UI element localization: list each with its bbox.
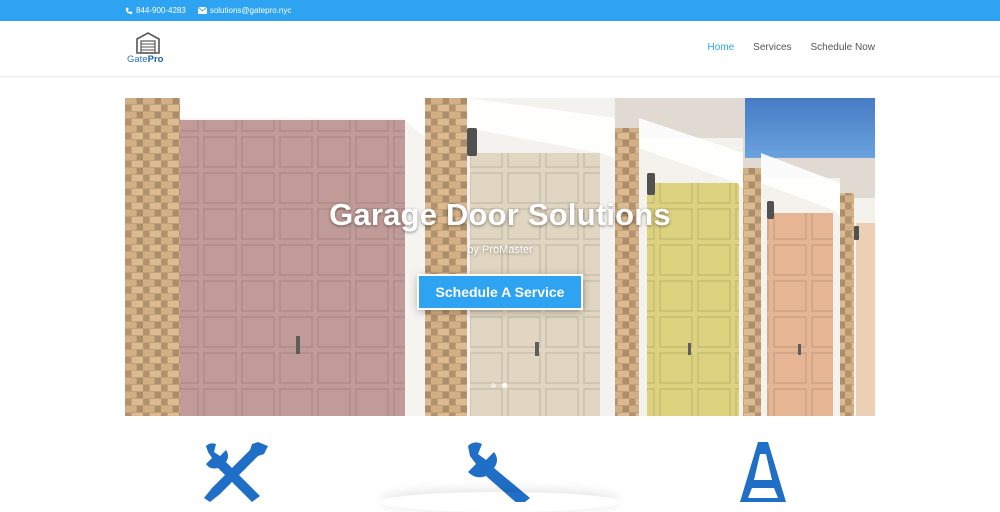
garage-icon bbox=[136, 32, 160, 54]
phone-number: 844-900-4283 bbox=[136, 6, 186, 15]
hero-slider: Garage Door Solutions by ProMaster Sched… bbox=[125, 98, 875, 416]
nav-home[interactable]: Home bbox=[707, 42, 734, 53]
slider-pagination bbox=[491, 383, 513, 388]
logo-text: GatePro bbox=[127, 54, 164, 65]
email-contact[interactable]: solutions@gatepro.nyc bbox=[197, 6, 292, 15]
schedule-service-button[interactable]: Schedule A Service bbox=[417, 274, 583, 310]
email-address: solutions@gatepro.nyc bbox=[209, 6, 292, 15]
phone-icon bbox=[125, 7, 133, 14]
nav-schedule-now[interactable]: Schedule Now bbox=[811, 42, 875, 53]
top-bar: 844-900-4283 solutions@gatepro.nyc bbox=[0, 0, 1000, 21]
cone-icon bbox=[740, 442, 786, 502]
content-shadow bbox=[380, 492, 620, 512]
phone-contact[interactable]: 844-900-4283 bbox=[125, 6, 186, 15]
site-logo[interactable]: GatePro bbox=[127, 32, 169, 66]
tools-icon bbox=[204, 442, 268, 502]
main-nav: Home Services Schedule Now bbox=[688, 42, 875, 53]
hero-subtitle: by ProMaster bbox=[467, 244, 533, 256]
hero-background-image bbox=[125, 98, 875, 416]
slider-dot-1[interactable] bbox=[491, 383, 496, 388]
hero-title: Garage Door Solutions bbox=[329, 197, 671, 232]
envelope-icon bbox=[197, 7, 207, 14]
slider-dot-2[interactable] bbox=[502, 383, 507, 388]
site-header: GatePro Home Services Schedule Now bbox=[0, 21, 1000, 77]
nav-services[interactable]: Services bbox=[753, 42, 791, 53]
